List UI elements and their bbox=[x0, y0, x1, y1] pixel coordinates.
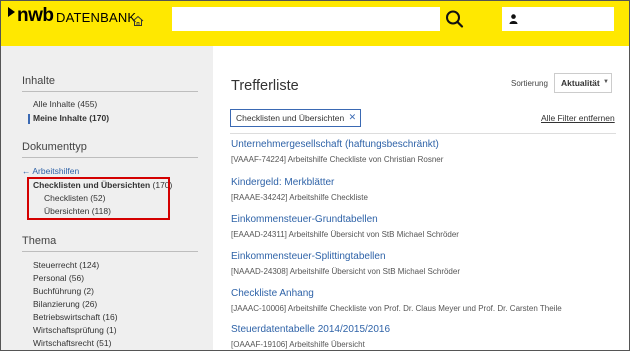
thema-item[interactable]: Betriebswirtschaft (16) bbox=[33, 312, 118, 322]
thema-item[interactable]: Personal (56) bbox=[33, 273, 84, 283]
search-input[interactable] bbox=[172, 7, 440, 31]
result-item: Checkliste Anhang [JAAAC-10006] Arbeitsh… bbox=[231, 288, 621, 313]
chevron-down-icon: ▼ bbox=[603, 79, 609, 85]
result-meta: [VAAAF-74224] Arbeitshilfe Checkliste vo… bbox=[231, 155, 444, 164]
page-title: Trefferliste bbox=[231, 78, 299, 94]
search-button[interactable] bbox=[442, 7, 467, 31]
result-meta: [EAAAD-24311] Arbeitshilfe Übersicht von… bbox=[231, 230, 459, 239]
thema-item[interactable]: Wirtschaftsrecht (51) bbox=[33, 338, 111, 348]
highlight-box bbox=[27, 177, 170, 220]
divider bbox=[230, 133, 616, 134]
result-item: Einkommensteuer-Grundtabellen [EAAAD-243… bbox=[231, 214, 621, 239]
logo-brand[interactable]: nwb bbox=[17, 5, 54, 27]
user-icon bbox=[509, 14, 518, 24]
home-icon[interactable] bbox=[132, 15, 144, 27]
thema-item[interactable]: Buchführung (2) bbox=[33, 286, 94, 296]
result-title-link[interactable]: Kindergeld: Merkblätter bbox=[231, 177, 621, 188]
thema-item[interactable]: Steuerrecht (124) bbox=[33, 260, 99, 270]
dokumenttyp-heading: Dokumenttyp bbox=[22, 141, 87, 153]
thema-heading: Thema bbox=[22, 235, 57, 247]
divider bbox=[22, 251, 198, 252]
active-filter-label: Checklisten und Übersichten bbox=[236, 113, 345, 123]
result-item: Einkommensteuer-Splittingtabellen [NAAAD… bbox=[231, 251, 621, 276]
divider bbox=[22, 157, 198, 158]
results-panel: Trefferliste Sortierung Aktualität ▼ Che… bbox=[213, 46, 629, 350]
result-meta: [NAAAD-24308] Arbeitshilfe Übersicht von… bbox=[231, 267, 460, 276]
logo-mark-icon bbox=[8, 7, 15, 17]
result-title-link[interactable]: Checkliste Anhang bbox=[231, 288, 621, 299]
close-icon[interactable]: ✕ bbox=[349, 112, 357, 123]
result-meta: [RAAAE-34242] Arbeitshilfe Checkliste bbox=[231, 193, 368, 202]
result-meta: [OAAAF-19106] Arbeitshilfe Übersicht bbox=[231, 340, 365, 349]
result-item: Unternehmergesellschaft (haftungsbeschrä… bbox=[231, 139, 621, 164]
result-meta: [JAAAC-10006] Arbeitshilfe Checkliste vo… bbox=[231, 304, 562, 313]
thema-item[interactable]: Bilanzierung (26) bbox=[33, 299, 97, 309]
inhalte-item-alle[interactable]: Alle Inhalte (455) bbox=[33, 99, 97, 109]
logo-product[interactable]: DATENBANK bbox=[56, 10, 136, 25]
sort-value: Aktualität bbox=[561, 78, 600, 88]
result-title-link[interactable]: Einkommensteuer-Splittingtabellen bbox=[231, 251, 621, 262]
result-item: Steuerdatentabelle 2014/2015/2016 [OAAAF… bbox=[231, 324, 621, 349]
divider bbox=[22, 91, 198, 92]
active-filter-tag[interactable]: Checklisten und Übersichten ✕ bbox=[230, 109, 362, 127]
result-item: Kindergeld: Merkblätter [RAAAE-34242] Ar… bbox=[231, 177, 621, 202]
active-indicator bbox=[28, 114, 30, 124]
sort-label: Sortierung bbox=[511, 79, 548, 88]
result-title-link[interactable]: Steuerdatentabelle 2014/2015/2016 bbox=[231, 324, 621, 335]
thema-item[interactable]: Wirtschaftsprüfung (1) bbox=[33, 325, 117, 335]
search-icon bbox=[446, 10, 464, 28]
sort-select[interactable]: Aktualität ▼ bbox=[554, 73, 612, 93]
inhalte-heading: Inhalte bbox=[22, 75, 56, 87]
user-menu-button[interactable] bbox=[502, 7, 614, 31]
back-link-arbeitshilfen[interactable]: ← Arbeitshilfen bbox=[22, 166, 79, 176]
clear-filters-link[interactable]: Alle Filter entfernen bbox=[541, 113, 615, 123]
result-title-link[interactable]: Einkommensteuer-Grundtabellen bbox=[231, 214, 621, 225]
top-bar: nwb DATENBANK bbox=[1, 1, 629, 46]
filter-sidebar: Inhalte Alle Inhalte (455) Meine Inhalte… bbox=[1, 46, 213, 350]
app-window: nwb DATENBANK Inhalte Alle Inhalte (455)… bbox=[0, 0, 630, 351]
inhalte-item-meine[interactable]: Meine Inhalte (170) bbox=[33, 113, 109, 123]
result-title-link[interactable]: Unternehmergesellschaft (haftungsbeschrä… bbox=[231, 139, 621, 150]
